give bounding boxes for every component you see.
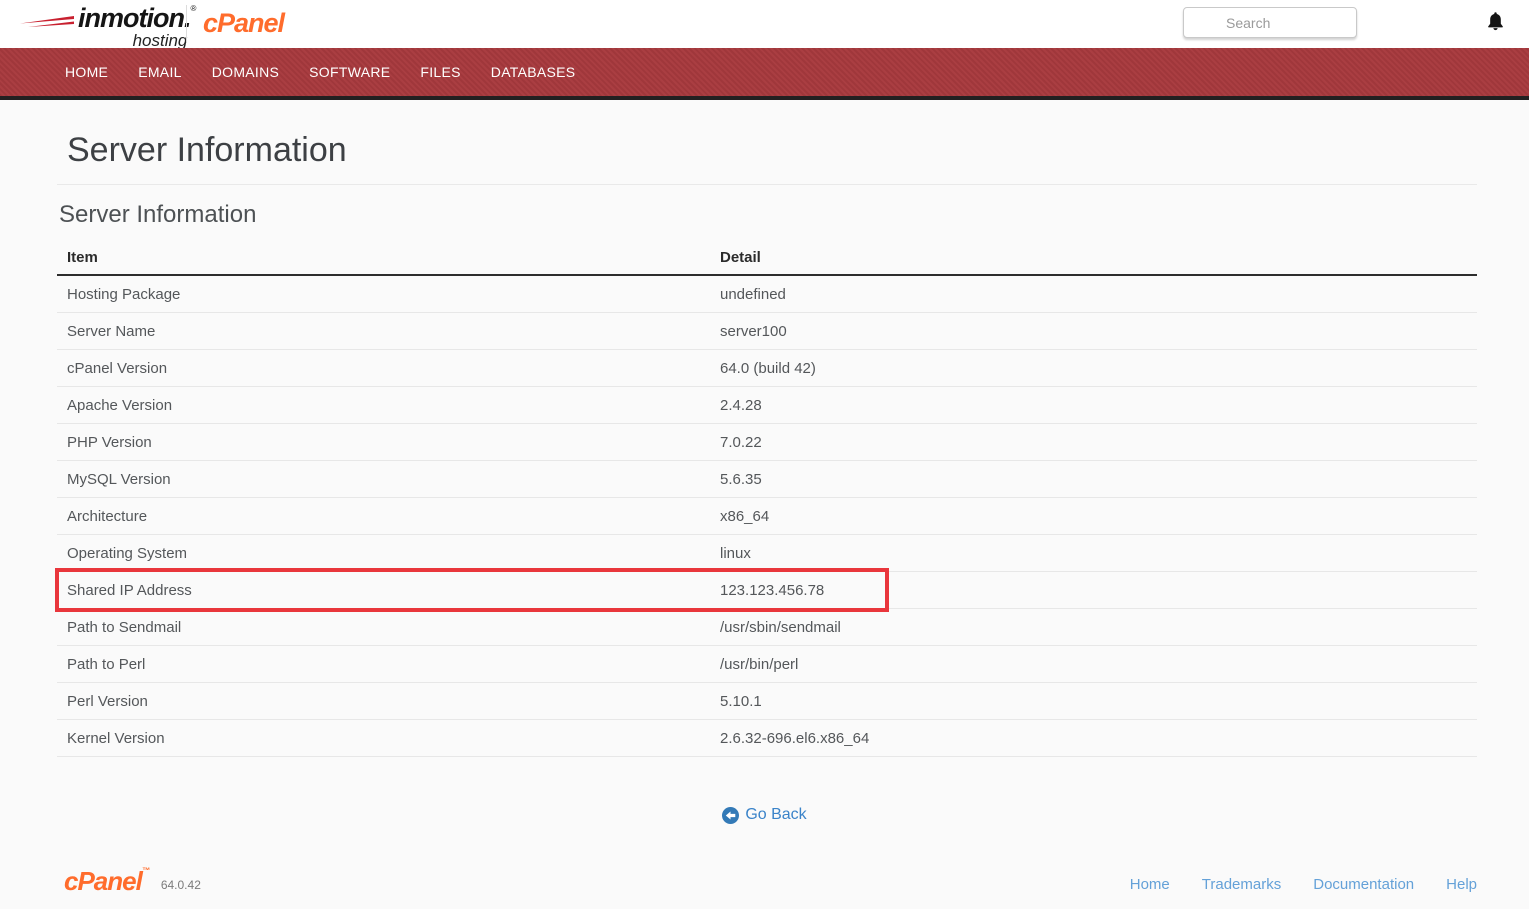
row-item-label: PHP Version	[67, 434, 720, 451]
column-header-item: Item	[67, 249, 720, 266]
registered-mark: ®	[190, 4, 195, 13]
row-detail-value: /usr/bin/perl	[720, 656, 1467, 673]
footer-link-documentation[interactable]: Documentation	[1313, 876, 1414, 893]
search-input[interactable]	[1183, 7, 1357, 38]
row-item-label: Apache Version	[67, 397, 720, 414]
row-detail-value: x86_64	[720, 508, 1467, 525]
table-row-shared-ip: Shared IP Address 123.123.456.78	[57, 572, 1477, 609]
nav-item-email[interactable]: EMAIL	[123, 48, 197, 96]
table-row: Hosting Package undefined	[57, 276, 1477, 313]
footer-brand-area: cPanel™ 64.0.42	[64, 866, 201, 897]
top-header: inmotion.® hosting cPanel	[0, 0, 1529, 48]
row-item-label: Architecture	[67, 508, 720, 525]
row-item-label: MySQL Version	[67, 471, 720, 488]
table-row: Path to Perl /usr/bin/perl	[57, 646, 1477, 683]
table-row: MySQL Version 5.6.35	[57, 461, 1477, 498]
row-detail-value: 64.0 (build 42)	[720, 360, 1467, 377]
inmotion-logo[interactable]: inmotion.® hosting	[18, 5, 195, 49]
nav-item-home[interactable]: HOME	[50, 48, 123, 96]
row-detail-value: /usr/sbin/sendmail	[720, 619, 1467, 636]
table-row: cPanel Version 64.0 (build 42)	[57, 350, 1477, 387]
go-back-link[interactable]: Go Back	[722, 806, 806, 824]
footer-cpanel-logo[interactable]: cPanel™	[64, 866, 149, 897]
nav-item-files[interactable]: FILES	[405, 48, 475, 96]
title-divider	[57, 184, 1477, 185]
table-row: Server Name server100	[57, 313, 1477, 350]
row-detail-value: 5.6.35	[720, 471, 1467, 488]
nav-item-databases[interactable]: DATABASES	[476, 48, 591, 96]
section-title: Server Information	[59, 201, 256, 229]
page-title: Server Information	[67, 131, 347, 170]
column-header-detail: Detail	[720, 249, 1467, 266]
row-item-label: Server Name	[67, 323, 720, 340]
row-detail-value: 123.123.456.78	[720, 582, 1467, 599]
row-item-label: Operating System	[67, 545, 720, 562]
table-row: Kernel Version 2.6.32-696.el6.x86_64	[57, 720, 1477, 757]
footer-link-trademarks[interactable]: Trademarks	[1202, 876, 1281, 893]
row-item-label: Path to Perl	[67, 656, 720, 673]
table-row: Architecture x86_64	[57, 498, 1477, 535]
back-arrow-icon	[722, 807, 739, 824]
server-info-table: Item Detail Hosting Package undefined Se…	[57, 240, 1477, 757]
row-detail-value: linux	[720, 545, 1467, 562]
nav-item-domains[interactable]: DOMAINS	[197, 48, 294, 96]
main-nav: HOME EMAIL DOMAINS SOFTWARE FILES DATABA…	[0, 48, 1529, 100]
inmotion-brand-name: inmotion.®	[78, 5, 195, 32]
row-item-label: Path to Sendmail	[67, 619, 720, 636]
table-row: Path to Sendmail /usr/sbin/sendmail	[57, 609, 1477, 646]
row-detail-value: 7.0.22	[720, 434, 1467, 451]
footer-link-home[interactable]: Home	[1130, 876, 1170, 893]
notification-bell-icon[interactable]	[1486, 11, 1505, 38]
table-row: PHP Version 7.0.22	[57, 424, 1477, 461]
row-detail-value: server100	[720, 323, 1467, 340]
table-row: Perl Version 5.10.1	[57, 683, 1477, 720]
trademark-mark: ™	[142, 866, 149, 875]
row-item-label: Kernel Version	[67, 730, 720, 747]
footer-links: Home Trademarks Documentation Help	[1130, 876, 1477, 893]
cpanel-logo: cPanel	[203, 8, 284, 39]
row-item-label: Shared IP Address	[67, 582, 720, 599]
row-item-label: Perl Version	[67, 693, 720, 710]
header-divider	[186, 5, 187, 43]
row-detail-value: undefined	[720, 286, 1467, 303]
inmotion-brand-tagline: hosting	[133, 32, 188, 49]
table-header-row: Item Detail	[57, 240, 1477, 276]
table-row: Apache Version 2.4.28	[57, 387, 1477, 424]
row-item-label: Hosting Package	[67, 286, 720, 303]
row-detail-value: 2.6.32-696.el6.x86_64	[720, 730, 1467, 747]
row-detail-value: 2.4.28	[720, 397, 1467, 414]
footer-version: 64.0.42	[161, 878, 201, 892]
table-row: Operating System linux	[57, 535, 1477, 572]
inmotion-swoosh-icon	[18, 15, 76, 38]
row-detail-value: 5.10.1	[720, 693, 1467, 710]
row-item-label: cPanel Version	[67, 360, 720, 377]
go-back-label: Go Back	[745, 806, 806, 824]
nav-item-software[interactable]: SOFTWARE	[294, 48, 405, 96]
footer-link-help[interactable]: Help	[1446, 876, 1477, 893]
inmotion-logo-text: inmotion.® hosting	[78, 5, 195, 49]
go-back-container: Go Back	[0, 806, 1529, 829]
